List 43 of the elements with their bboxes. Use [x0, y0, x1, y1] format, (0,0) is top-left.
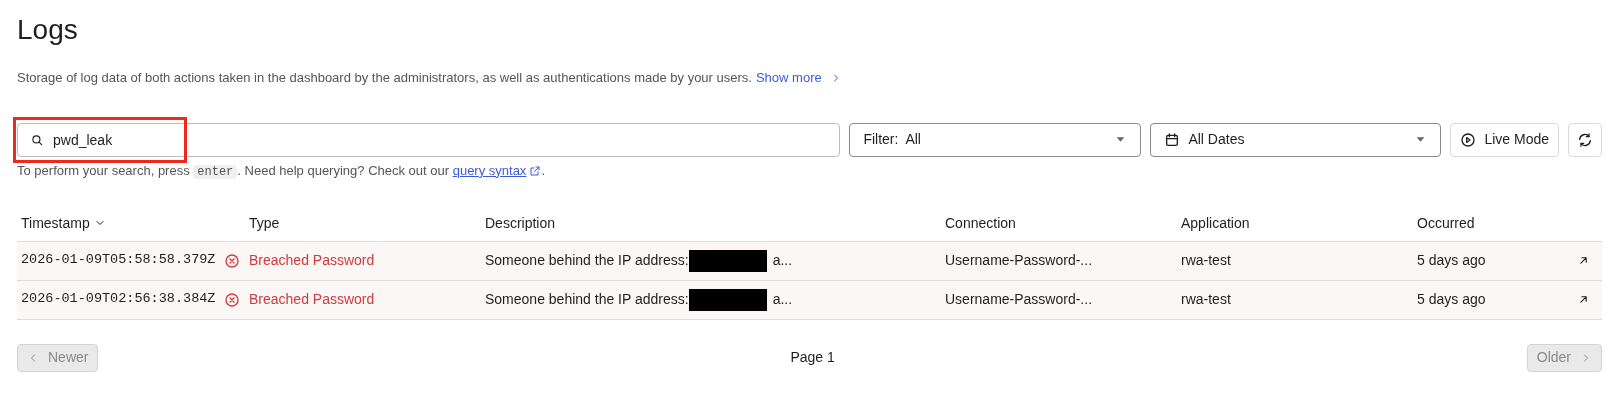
type-cell-text: Breached Password [249, 290, 376, 309]
description-end: a... [772, 251, 793, 270]
external-link-icon [529, 164, 542, 177]
description-cell-text: Someone behind the IP address: [485, 290, 689, 309]
application-cell-text: rwa-test [1181, 251, 1232, 270]
timestamp-cell-text: 2026-01-09T02:56:38.384Z [21, 290, 216, 309]
error-icon [224, 291, 241, 308]
arrow-up-right-icon [1577, 254, 1590, 267]
table-row[interactable]: 2026-01-09T05:58:58.379Z Breached Password Someone behind the IP address: a... Username-Password-... rwa-test 5 days ago [17, 241, 1602, 281]
description-cell-text: Someone behind the IP address: [485, 251, 689, 270]
search-hint: To perform your search, press enter . Need help querying? Check out our query syntax [17, 161, 527, 181]
column-header: Occurred [1417, 213, 1476, 233]
filter-dropdown[interactable]: Filter: All [849, 122, 1142, 157]
connection-cell-text: Username-Password-... [945, 290, 1094, 309]
live-mode-button[interactable]: Live Mode [1450, 122, 1559, 157]
show-more-link[interactable]: Show more [755, 68, 842, 88]
application-cell-text: rwa-test [1181, 290, 1232, 309]
timestamp-cell-text: 2026-01-09T05:58:58.379Z [21, 251, 216, 270]
type-cell-text: Breached Password [249, 251, 376, 270]
search-icon [30, 132, 44, 147]
play-circle-icon [1460, 131, 1477, 148]
calendar-icon [1164, 131, 1181, 148]
refresh-icon [1577, 131, 1593, 148]
page-indicator: Page 1 [790, 348, 835, 367]
column-header: Description [485, 213, 557, 233]
page-description: Storage of log data of both actions taken in the dashboard by the administrators, as well as authentications made by your users. [17, 69, 752, 87]
table-row[interactable]: 2026-01-09T02:56:38.384Z Breached Password Someone behind the IP address: a... Username-Password-... rwa-test 5 days ago [17, 280, 1602, 320]
page-title: Logs [17, 13, 79, 47]
column-header: Connection [945, 213, 1017, 233]
date-dropdown[interactable]: All Dates [1150, 122, 1442, 157]
connection-cell-text: Username-Password-... [945, 251, 1094, 270]
column-header: Type [249, 213, 281, 233]
hint-period: . [541, 161, 545, 180]
query-syntax-link[interactable]: query syntax [452, 162, 527, 178]
error-icon [224, 252, 241, 269]
occurred-cell-text: 5 days ago [1417, 251, 1487, 270]
refresh-button[interactable] [1568, 122, 1602, 157]
column-header: Application [1181, 213, 1251, 233]
arrow-up-right-icon [1577, 293, 1590, 306]
description-end: a... [772, 290, 793, 309]
search-field[interactable]: pwd_leak [17, 122, 841, 157]
occurred-cell-text: 5 days ago [1417, 290, 1487, 309]
column-header[interactable]: Timestamp [17, 212, 249, 234]
